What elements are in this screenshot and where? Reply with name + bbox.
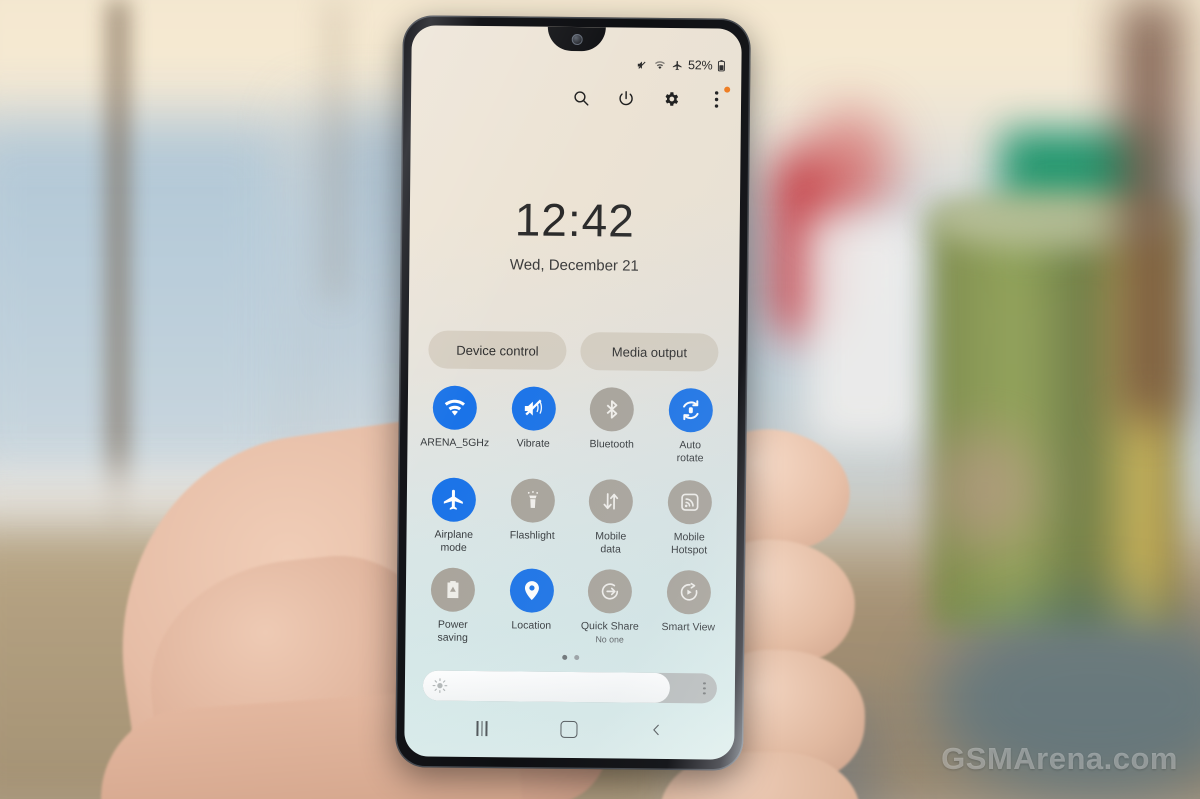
quick-panel-toolbar xyxy=(570,86,731,111)
tile-label: Flashlight xyxy=(509,529,555,542)
navigation-bar xyxy=(404,710,734,747)
clock-date: Wed, December 21 xyxy=(509,256,639,275)
tile-power-saving[interactable]: Power saving xyxy=(413,559,492,652)
tile-label: Vibrate xyxy=(516,437,550,450)
tile-label: Mobile Hotspot xyxy=(670,531,708,556)
smartphone: 52% 12:42 Wed, December 21 Device contro… xyxy=(395,15,751,771)
wifi-icon xyxy=(653,59,666,70)
flashlight-icon xyxy=(510,478,555,523)
tile-label: Smart View xyxy=(661,620,716,634)
phone-screen: 52% 12:42 Wed, December 21 Device contro… xyxy=(404,25,742,760)
page-dot-1[interactable] xyxy=(561,654,567,660)
kebab-menu-icon[interactable] xyxy=(703,673,706,703)
clock-widget[interactable]: 12:42 Wed, December 21 xyxy=(409,193,740,275)
power-saving-icon xyxy=(430,567,476,612)
device-control-button[interactable]: Device control xyxy=(428,330,567,370)
window-mullion xyxy=(110,0,126,520)
brightness-slider[interactable] xyxy=(422,670,718,704)
tile-row-3: Power saving Location Quick Share No one… xyxy=(413,559,728,654)
tile-mobile-hotspot[interactable]: Mobile Hotspot xyxy=(650,472,729,563)
tile-wifi[interactable]: ARENA_5GHz xyxy=(415,377,494,470)
notch-area xyxy=(411,25,741,62)
tile-row-2: Airplane mode Flashlight Mobile data Mob… xyxy=(414,469,729,562)
tile-label: Bluetooth xyxy=(589,438,634,451)
status-bar: 52% xyxy=(635,58,726,73)
photo-scene: 52% 12:42 Wed, December 21 Device contro… xyxy=(0,0,1200,799)
tile-label: Auto rotate xyxy=(676,439,704,464)
mobile-data-icon xyxy=(588,479,634,524)
window-mullion-secondary xyxy=(330,0,340,300)
page-indicator xyxy=(405,653,735,661)
kebab-menu-icon[interactable] xyxy=(705,86,731,110)
battery-percent-label: 52% xyxy=(687,58,713,73)
tile-label: ARENA_5GHz xyxy=(420,436,490,450)
tile-airplane-mode[interactable]: Airplane mode xyxy=(414,469,493,560)
tile-bluetooth[interactable]: Bluetooth xyxy=(572,379,651,472)
tile-row-1: ARENA_5GHz Vibrate Bluetooth Auto rotate xyxy=(415,377,730,472)
battery-icon xyxy=(717,59,725,72)
smart-view-icon xyxy=(666,569,711,615)
recents-icon xyxy=(476,720,488,736)
tile-quick-share[interactable]: Quick Share No one xyxy=(570,561,649,654)
tile-auto-rotate[interactable]: Auto rotate xyxy=(651,380,730,473)
tile-flashlight[interactable]: Flashlight xyxy=(493,470,572,561)
clock-time: 12:42 xyxy=(514,193,636,247)
airplane-icon xyxy=(431,477,477,522)
pink-object xyxy=(930,430,1040,550)
auto-rotate-icon xyxy=(668,388,713,433)
gear-icon[interactable] xyxy=(660,88,682,110)
page-dot-2[interactable] xyxy=(573,655,579,661)
front-camera-icon xyxy=(571,33,583,45)
power-icon[interactable] xyxy=(615,87,637,109)
tile-label: Airplane mode xyxy=(434,528,474,554)
tile-mobile-data[interactable]: Mobile data xyxy=(571,471,650,562)
tile-smart-view[interactable]: Smart View xyxy=(649,562,728,655)
search-icon[interactable] xyxy=(570,87,592,109)
location-pin-icon xyxy=(509,568,554,613)
hotspot-icon xyxy=(667,479,712,525)
mute-icon xyxy=(635,59,648,70)
red-object-secondary xyxy=(805,110,895,230)
bluetooth-icon xyxy=(589,387,635,432)
nav-back-button[interactable] xyxy=(640,717,674,743)
vibrate-icon xyxy=(511,386,556,431)
quick-settings-tiles: ARENA_5GHz Vibrate Bluetooth Auto rotate… xyxy=(413,377,730,654)
back-chevron-icon xyxy=(653,724,660,736)
brightness-icon xyxy=(432,678,448,694)
nav-home-button[interactable] xyxy=(552,716,586,742)
airplane-icon xyxy=(671,60,683,71)
panel-buttons: Device control Media output xyxy=(428,330,719,372)
brightness-fill xyxy=(422,670,671,704)
quick-share-icon xyxy=(587,569,633,614)
tile-label: Power saving xyxy=(437,618,468,644)
tile-label: Mobile data xyxy=(595,530,627,556)
home-icon xyxy=(560,720,579,738)
window-pane-left xyxy=(0,120,290,500)
wifi-icon xyxy=(432,385,478,430)
tile-label: Location xyxy=(511,619,552,632)
tile-location[interactable]: Location xyxy=(492,560,571,653)
menu-notification-badge xyxy=(724,86,731,93)
tile-vibrate[interactable]: Vibrate xyxy=(494,378,573,471)
media-output-button[interactable]: Media output xyxy=(580,332,719,372)
white-object xyxy=(805,215,925,445)
wooden-post xyxy=(1120,0,1180,420)
waterdrop-notch xyxy=(547,26,606,52)
tile-sublabel: No one xyxy=(595,633,624,645)
tile-label: Quick Share xyxy=(580,620,639,633)
nav-recents-button[interactable] xyxy=(465,715,499,741)
